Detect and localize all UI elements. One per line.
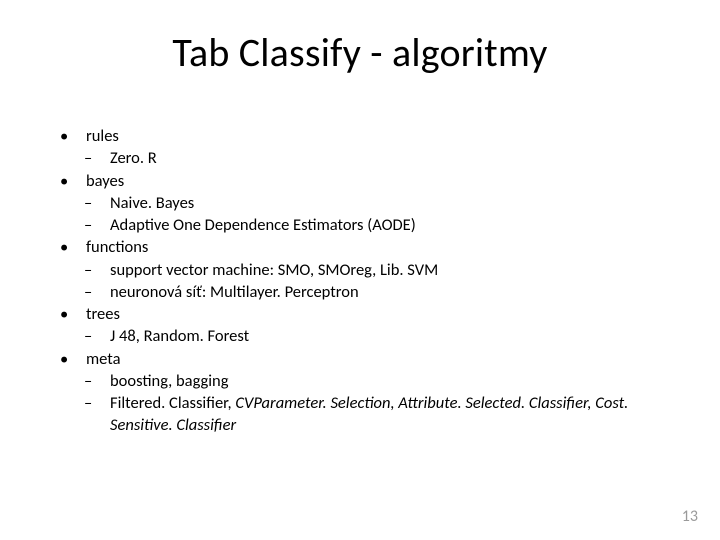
- sub-list-item-label: Adaptive One Dependence Estimators (AODE…: [110, 214, 680, 236]
- sub-list-item: –boosting, bagging: [58, 370, 680, 392]
- sub-list-item: –Adaptive One Dependence Estimators (AOD…: [58, 214, 680, 236]
- bullet-icon: •: [58, 125, 86, 147]
- page-number: 13: [682, 507, 698, 526]
- dash-icon: –: [84, 214, 110, 236]
- list-item: •rules: [58, 125, 680, 147]
- list-item: •meta: [58, 348, 680, 370]
- bullet-icon: •: [58, 303, 86, 325]
- dash-icon: –: [84, 281, 110, 303]
- bullet-icon: •: [58, 348, 86, 370]
- dash-icon: –: [84, 325, 110, 347]
- sub-list-item: –neuronová síť: Multilayer. Perceptron: [58, 281, 680, 303]
- dash-icon: –: [84, 192, 110, 214]
- list-item: •bayes: [58, 170, 680, 192]
- sub-list-item: –Filtered. Classifier, CVParameter. Sele…: [58, 392, 680, 437]
- sub-list-item-label: neuronová síť: Multilayer. Perceptron: [110, 281, 680, 303]
- dash-icon: –: [84, 370, 110, 392]
- bullet-icon: •: [58, 236, 86, 258]
- sub-list-item-label: J 48, Random. Forest: [110, 325, 680, 347]
- list-item-label: functions: [86, 236, 680, 258]
- sub-list-item-label: Filtered. Classifier, CVParameter. Selec…: [110, 392, 680, 437]
- sub-list-item: –Zero. R: [58, 147, 680, 169]
- list-item: •functions: [58, 236, 680, 258]
- sub-list-item-label: Zero. R: [110, 147, 680, 169]
- bullet-icon: •: [58, 170, 86, 192]
- list-item-label: rules: [86, 125, 680, 147]
- list-item: •trees: [58, 303, 680, 325]
- list-item-label: meta: [86, 348, 680, 370]
- list-item-label: bayes: [86, 170, 680, 192]
- content-area: •rules–Zero. R•bayes–Naive. Bayes–Adapti…: [58, 125, 680, 437]
- list-item-label: trees: [86, 303, 680, 325]
- dash-icon: –: [84, 259, 110, 281]
- sub-list-item-label: Naive. Bayes: [110, 192, 680, 214]
- slide-title: Tab Classify - algoritmy: [0, 28, 720, 77]
- dash-icon: –: [84, 392, 110, 437]
- dash-icon: –: [84, 147, 110, 169]
- sub-list-item-label: boosting, bagging: [110, 370, 680, 392]
- sub-list-item-label: support vector machine: SMO, SMOreg, Lib…: [110, 259, 680, 281]
- sub-list-item: –J 48, Random. Forest: [58, 325, 680, 347]
- sub-list-item: –support vector machine: SMO, SMOreg, Li…: [58, 259, 680, 281]
- sub-list-item: –Naive. Bayes: [58, 192, 680, 214]
- slide: Tab Classify - algoritmy •rules–Zero. R•…: [0, 0, 720, 540]
